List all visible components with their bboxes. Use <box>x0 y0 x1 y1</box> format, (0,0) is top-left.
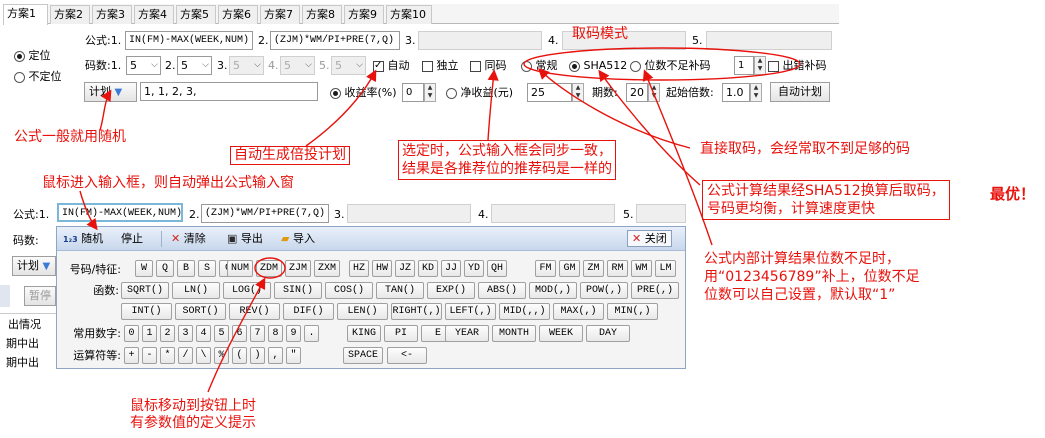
annotation-padding: 公式内部计算结果位数不足时， 用“0123456789”补上，位数不足 位数可以自己… <box>704 251 920 303</box>
arrow <box>79 190 98 231</box>
arrow <box>487 69 499 141</box>
annotation-auto-plan: 自动生成倍投计划 <box>230 146 350 165</box>
annotation-direct: 直接取码，会经常取不到足够的码 <box>700 141 910 157</box>
annotation-hover-input: 鼠标进入输入框，则自动弹出公式输入窗 <box>42 175 294 191</box>
annotation-formula-random: 公式一般就用随机 <box>14 129 126 145</box>
annotation-hover-button: 鼠标移动到按钮上时 有参数值的定义提示 <box>130 398 256 431</box>
arrow <box>305 69 377 147</box>
annotation-same-code: 选定时，公式输入框会同步一致， 结果是各推荐位的推荐码是一样的 <box>398 140 616 180</box>
annotation-mode-title: 取码模式 <box>572 26 628 42</box>
annotation-best: 最优！ <box>990 185 1036 203</box>
arrow <box>207 277 266 393</box>
arrow <box>538 68 691 149</box>
arrow <box>99 89 112 131</box>
mode-highlight-ellipse <box>523 47 801 81</box>
annotation-sha512: 公式计算结果经SHA512换算后取码， 号码更均衡，计算速度更快 <box>702 180 950 220</box>
zdm-highlight-ellipse <box>254 257 286 279</box>
